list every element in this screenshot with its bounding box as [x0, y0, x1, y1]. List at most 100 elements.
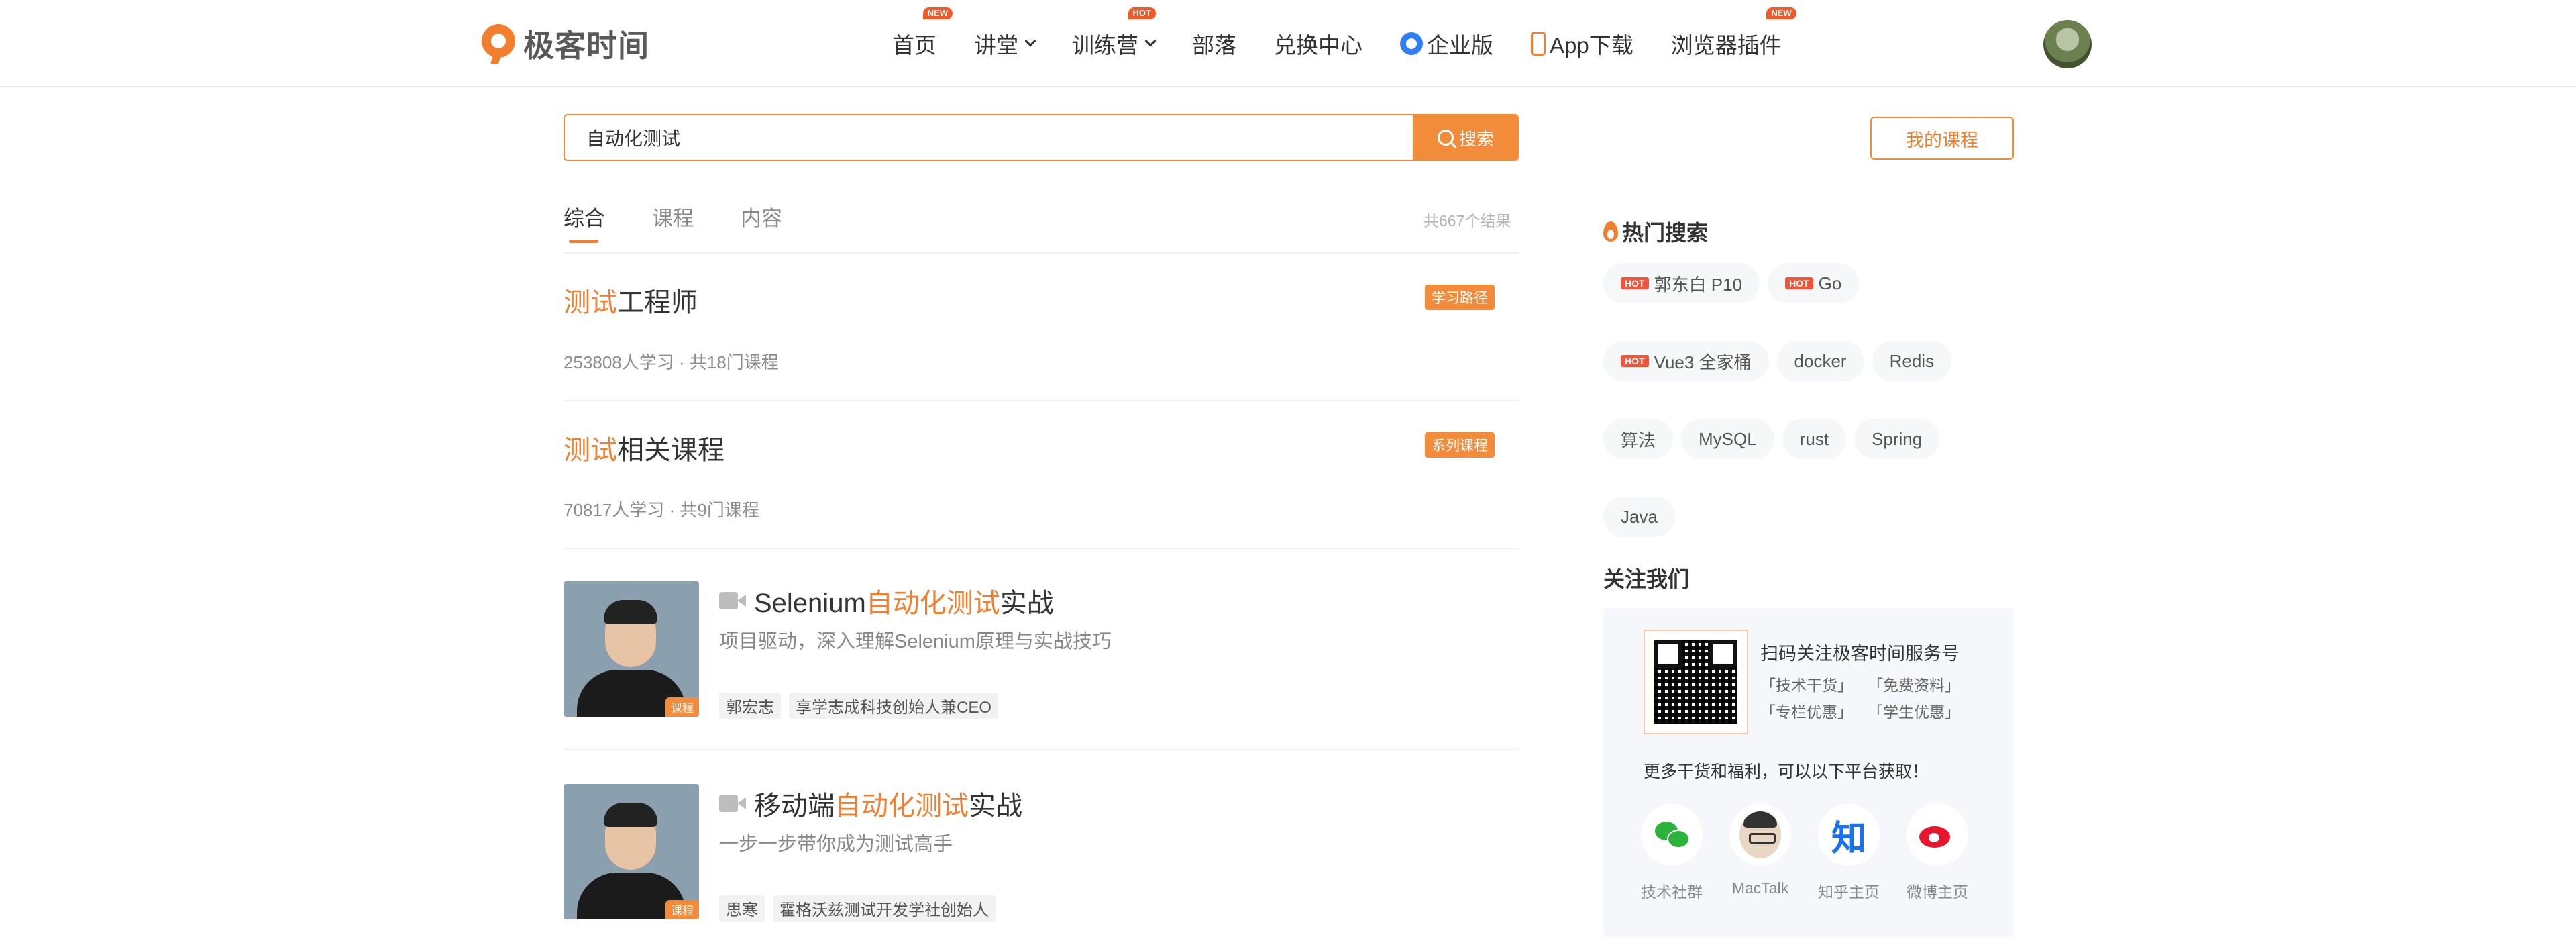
search-button[interactable]: 搜索: [1413, 114, 1519, 161]
tag-label: Java: [1621, 506, 1658, 527]
author-name: 思寒: [719, 895, 765, 922]
hot-search-tag[interactable]: HOT Vue3 全家桶: [1603, 341, 1769, 381]
platform-zhihu[interactable]: 知 知乎主页: [1818, 804, 1880, 902]
path-meta: 70817人学习 · 共9门课程: [564, 500, 759, 520]
my-courses-button[interactable]: 我的课程: [1870, 117, 2014, 160]
title-text: 实战: [969, 791, 1022, 821]
title-text: 相关课程: [617, 436, 724, 465]
title-text: 实战: [1000, 589, 1054, 618]
hot-search-tag[interactable]: rust: [1782, 419, 1847, 459]
course-thumbnail[interactable]: 课程: [564, 581, 699, 717]
follow-us-card: 扫码关注极客时间服务号 「技术干货」 「免费资料」 「专栏优惠」 「学生优惠」 …: [1603, 608, 2014, 937]
nav-label: 首页: [892, 33, 936, 58]
title-highlight: 测试: [564, 288, 617, 317]
hot-search-tag[interactable]: 算法: [1603, 419, 1674, 459]
logo-icon: [480, 23, 518, 64]
course-item[interactable]: 课程 Selenium自动化测试实战 项目驱动，深入理解Selenium原理与实…: [564, 581, 1519, 719]
main-nav: 首页 NEW 讲堂 训练营 HOT 部落 兑换中心 企业版 App下载 浏览器插…: [892, 0, 1819, 87]
nav-label: 讲堂: [974, 33, 1018, 58]
tag-label: Spring: [1872, 428, 1923, 449]
nav-label: 企业版: [1427, 33, 1493, 58]
path-title[interactable]: 测试相关课程: [564, 428, 1519, 467]
author-name: 郭宏志: [719, 693, 781, 719]
nav-enterprise[interactable]: 企业版: [1400, 28, 1493, 60]
nav-redeem-center[interactable]: 兑换中心: [1274, 28, 1362, 60]
nav-label: 训练营: [1072, 33, 1138, 58]
divider: [564, 400, 1519, 401]
nav-home[interactable]: 首页 NEW: [892, 7, 953, 60]
new-badge: NEW: [1766, 7, 1796, 19]
title-highlight: 自动化测试: [835, 791, 969, 821]
perk: 「技术干货」: [1760, 677, 1853, 694]
nav-label: App下载: [1550, 33, 1633, 58]
course-item[interactable]: 课程 移动端自动化测试实战 一步一步带你成为测试高手 思寒 霍格沃兹测试开发学社…: [564, 784, 1519, 922]
learning-path-item[interactable]: 测试工程师 253808人学习 · 共18门课程 学习路径: [564, 281, 1519, 374]
hot-search-tag[interactable]: Spring: [1854, 419, 1940, 459]
more-benefits-text: 更多干货和福利，可以以下平台获取！: [1644, 762, 1929, 781]
chevron-down-icon: [1024, 35, 1036, 47]
qr-code-icon: [1654, 640, 1737, 724]
perk: 「免费资料」: [1868, 677, 1960, 694]
tab-all[interactable]: 综合: [564, 201, 605, 243]
hot-search-tag[interactable]: HOT Go: [1768, 263, 1860, 303]
new-badge: NEW: [922, 7, 953, 19]
platform-label: 技术社群: [1641, 883, 1703, 901]
title-text: Selenium: [754, 589, 866, 618]
title-text: 工程师: [617, 288, 698, 317]
result-count: 共667个结果: [1424, 212, 1511, 230]
platform-label: 微博主页: [1907, 883, 1968, 901]
search-icon: [1437, 130, 1454, 146]
qr-perks: 「技术干货」 「免费资料」 「专栏优惠」 「学生优惠」: [1760, 673, 1975, 722]
tag-label: docker: [1794, 350, 1847, 371]
nav-browser-extension[interactable]: 浏览器插件 NEW: [1671, 7, 1796, 60]
course-thumbnail[interactable]: 课程: [564, 784, 699, 919]
search-input[interactable]: [564, 114, 1414, 161]
platform-mactalk[interactable]: MacTalk: [1729, 804, 1791, 902]
hot-search-tag[interactable]: MySQL: [1681, 419, 1774, 459]
platform-weibo[interactable]: 微博主页: [1907, 804, 1968, 902]
platform-links: 技术社群 MacTalk 知 知乎主页 微博主页: [1641, 804, 1968, 902]
platform-label: MacTalk: [1731, 879, 1789, 897]
hot-search-tags: HOT 郭东白 P10 HOT Go HOT Vue3 全家桶 docker Redi…: [1603, 263, 2033, 537]
course-tag: 课程: [665, 900, 699, 919]
course-tag: 课程: [665, 697, 699, 717]
hot-search-tag[interactable]: Java: [1603, 497, 1675, 537]
nav-app-download[interactable]: App下载: [1531, 28, 1633, 60]
path-type-tag: 学习路径: [1425, 285, 1495, 310]
enterprise-icon: [1400, 32, 1423, 55]
course-title[interactable]: Selenium自动化测试实战: [719, 581, 1054, 620]
course-title[interactable]: 移动端自动化测试实战: [719, 784, 1022, 823]
learning-path-item[interactable]: 测试相关课程 70817人学习 · 共9门课程 系列课程: [564, 428, 1519, 521]
tab-courses[interactable]: 课程: [652, 201, 694, 243]
tag-label: 算法: [1621, 430, 1656, 450]
nav-label: 兑换中心: [1274, 33, 1362, 58]
title-highlight: 自动化测试: [865, 589, 1000, 618]
phone-icon: [1531, 32, 1546, 56]
divider: [564, 749, 1519, 750]
tabs-divider: [564, 252, 1519, 254]
follow-us-title: 关注我们: [1603, 567, 1690, 591]
hot-search-tag[interactable]: docker: [1776, 341, 1864, 381]
mactalk-icon: [1729, 804, 1791, 866]
nav-tribe[interactable]: 部落: [1192, 28, 1236, 60]
zhihu-icon: 知: [1818, 804, 1880, 866]
flame-icon: [1603, 221, 1618, 242]
platform-label: 知乎主页: [1818, 883, 1880, 901]
video-icon: [719, 793, 746, 813]
hot-search-tag[interactable]: HOT 郭东白 P10: [1603, 263, 1760, 303]
tag-label: rust: [1799, 428, 1829, 449]
logo[interactable]: 极客时间: [480, 21, 649, 66]
nav-label: 部落: [1192, 33, 1236, 58]
course-subtitle: 项目驱动，深入理解Selenium原理与实战技巧: [719, 631, 1112, 652]
nav-bootcamp[interactable]: 训练营 HOT: [1072, 7, 1157, 60]
result-tabs: 综合 课程 内容: [564, 201, 829, 243]
author-title: 享学志成科技创始人兼CEO: [789, 693, 999, 719]
user-avatar[interactable]: [2043, 20, 2092, 68]
path-title[interactable]: 测试工程师: [564, 281, 1519, 319]
hot-badge: HOT: [1621, 277, 1649, 289]
platform-wechat-group[interactable]: 技术社群: [1641, 804, 1703, 902]
hot-search-tag[interactable]: Redis: [1872, 341, 1952, 381]
nav-lectures[interactable]: 讲堂: [974, 28, 1036, 60]
tab-content[interactable]: 内容: [741, 201, 782, 243]
course-subtitle: 一步一步带你成为测试高手: [719, 834, 953, 855]
